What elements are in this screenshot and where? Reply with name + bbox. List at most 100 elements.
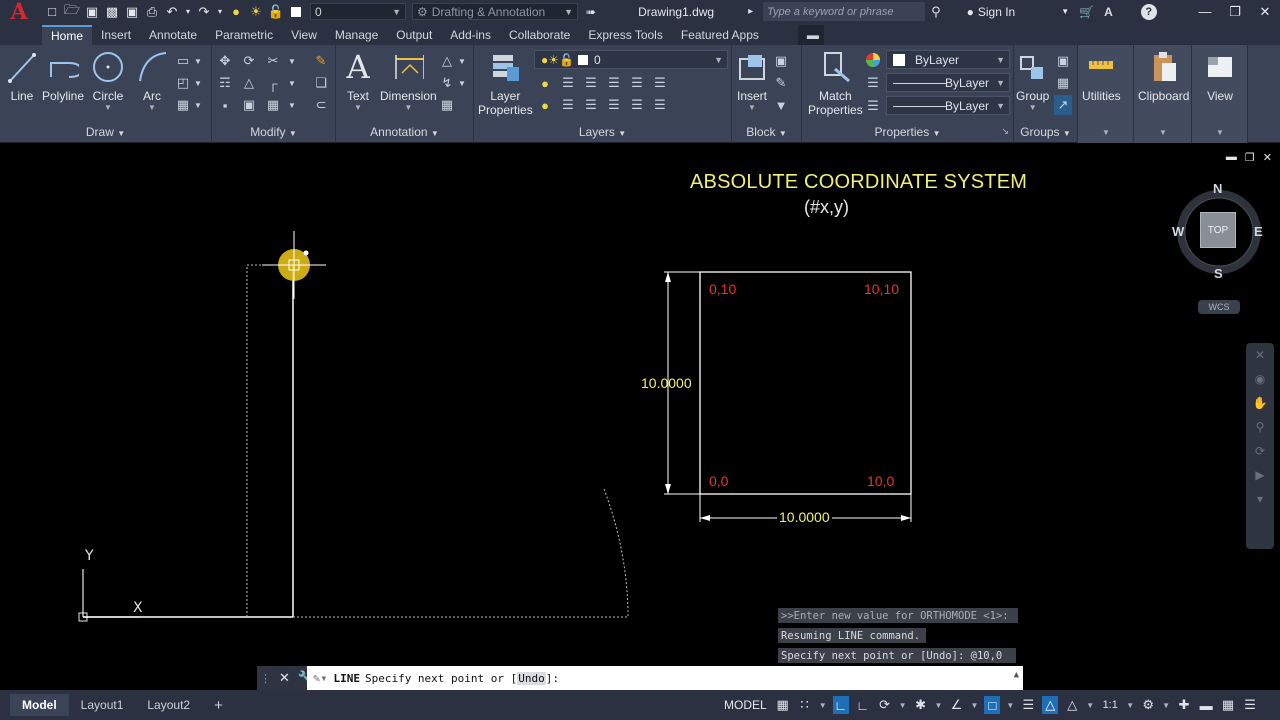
chevron-down-icon[interactable]: ▼ bbox=[288, 51, 296, 71]
redo-dropdown-icon[interactable]: ▾ bbox=[216, 4, 224, 20]
panel-utilities[interactable]: Utilities ▼ bbox=[1078, 45, 1134, 143]
viewcube[interactable]: N S E W TOP bbox=[1168, 176, 1268, 286]
undo-icon[interactable]: ↶ bbox=[164, 4, 180, 20]
workspace-gear-icon[interactable]: ⚙ bbox=[1140, 696, 1156, 714]
ungroup-icon[interactable]: ▣ bbox=[1054, 51, 1072, 71]
trim-icon[interactable]: ✂ bbox=[264, 51, 282, 71]
polyline-button[interactable]: Polyline bbox=[42, 49, 84, 103]
chevron-up-icon[interactable]: ▲ bbox=[1014, 670, 1019, 680]
chevron-down-icon[interactable]: ▼ bbox=[288, 73, 296, 93]
chevron-down-icon[interactable]: ▼ bbox=[194, 73, 202, 93]
snap-icon[interactable]: ∷ bbox=[797, 696, 813, 714]
chevron-down-icon[interactable]: ▼ bbox=[1126, 701, 1134, 710]
open-folder-icon[interactable]: 🗁 bbox=[64, 2, 80, 20]
pan-icon[interactable]: ✋ bbox=[1246, 391, 1274, 415]
erase-icon[interactable]: ✎ bbox=[312, 51, 330, 71]
viewport-restore-icon[interactable]: ❐ bbox=[1245, 151, 1255, 164]
panel-clipboard[interactable]: Clipboard ▼ bbox=[1134, 45, 1192, 143]
model-space-button[interactable]: MODEL bbox=[724, 698, 767, 712]
tab-home[interactable]: Home bbox=[42, 25, 93, 45]
layer-unlock-icon[interactable]: ☰ bbox=[605, 95, 623, 115]
compass-west[interactable]: W bbox=[1172, 224, 1184, 239]
layer-on-icon[interactable]: ● bbox=[536, 95, 554, 115]
move-icon[interactable]: ✥ bbox=[216, 51, 234, 71]
autodesk-a360-icon[interactable]: A bbox=[1104, 5, 1113, 19]
compass-east[interactable]: E bbox=[1254, 224, 1263, 239]
chevron-down-icon[interactable]: ▼ bbox=[458, 51, 466, 71]
scale-icon[interactable]: ▣ bbox=[240, 95, 258, 115]
quick-properties-icon[interactable]: ▦ bbox=[1220, 696, 1236, 714]
panel-label-layers[interactable]: Layers ▼ bbox=[474, 125, 731, 139]
array-icon[interactable]: ▦ bbox=[264, 95, 282, 115]
tab-add-ins[interactable]: Add-ins bbox=[441, 25, 500, 45]
lightbulb-icon[interactable]: ● bbox=[228, 4, 244, 20]
panel-label-groups[interactable]: Groups ▼ bbox=[1014, 125, 1077, 139]
color-dropdown[interactable]: ByLayer ▼ bbox=[886, 50, 1010, 69]
panel-view[interactable]: View ▼ bbox=[1192, 45, 1248, 143]
color-swatch-icon[interactable] bbox=[288, 4, 304, 20]
layer-dropdown[interactable]: ●☀🔓 0 ▼ bbox=[534, 50, 728, 69]
compass-south[interactable]: S bbox=[1214, 266, 1223, 281]
object-snap-icon[interactable]: □ bbox=[984, 696, 1001, 714]
group-select-icon[interactable]: ↗ bbox=[1054, 95, 1072, 115]
undo-dropdown-icon[interactable]: ▾ bbox=[184, 4, 192, 20]
layer-state-icon[interactable]: ☰ bbox=[651, 95, 669, 115]
tab-annotate[interactable]: Annotate bbox=[140, 25, 206, 45]
tab-parametric[interactable]: Parametric bbox=[206, 25, 282, 45]
utilities-button[interactable]: Utilities bbox=[1082, 49, 1121, 103]
lock-icon[interactable]: 🔓 bbox=[268, 4, 284, 20]
share-icon[interactable]: ➠ bbox=[586, 5, 596, 19]
explode-icon[interactable]: ❏ bbox=[312, 73, 330, 93]
chevron-down-icon[interactable]: ▼ bbox=[970, 701, 978, 710]
table-icon[interactable]: ▦ bbox=[438, 95, 456, 115]
chevron-down-icon[interactable]: ▼ bbox=[288, 95, 296, 115]
compass-north[interactable]: N bbox=[1213, 181, 1222, 196]
hatch-icon[interactable]: ◰ bbox=[174, 73, 192, 93]
tab-featured-apps[interactable]: Featured Apps bbox=[672, 25, 768, 45]
tab-insert[interactable]: Insert bbox=[92, 25, 140, 45]
rotate-icon[interactable]: ⟳ bbox=[240, 51, 258, 71]
restore-icon[interactable]: ❐ bbox=[1220, 0, 1250, 23]
stretch-icon[interactable]: ▪ bbox=[216, 95, 234, 115]
view-button[interactable]: View bbox=[1204, 49, 1236, 103]
chevron-down-icon[interactable]: ▼ bbox=[1162, 701, 1170, 710]
layer-off-icon[interactable]: ● bbox=[536, 73, 554, 93]
sun-icon[interactable]: ☀ bbox=[248, 4, 264, 20]
rectangle-icon[interactable]: ▭ bbox=[174, 51, 192, 71]
create-block-icon[interactable]: ▣ bbox=[772, 51, 790, 71]
lineweight-dropdown[interactable]: ByLayer ▼ bbox=[886, 96, 1010, 115]
sign-in-button[interactable]: ● Sign In ▼ bbox=[967, 5, 1070, 19]
chevron-down-icon[interactable]: ▼ bbox=[935, 701, 943, 710]
chevron-down-icon[interactable]: ▼ bbox=[899, 701, 907, 710]
close-icon[interactable]: ✕ bbox=[1250, 0, 1280, 23]
region-icon[interactable]: ▦ bbox=[174, 95, 192, 115]
tab-layout1[interactable]: Layout1 bbox=[69, 694, 136, 716]
group-edit-icon[interactable]: ▦ bbox=[1054, 73, 1072, 93]
edit-block-icon[interactable]: ✎ bbox=[772, 73, 790, 93]
insert-button[interactable]: Insert ▼ bbox=[736, 49, 768, 112]
linetype-dropdown[interactable]: ByLayer ▼ bbox=[886, 73, 1010, 92]
object-snap-tracking-icon[interactable]: ∠ bbox=[948, 696, 964, 714]
workspace-combo[interactable]: ⚙ Drafting & Annotation ▼ bbox=[412, 3, 578, 20]
tab-output[interactable]: Output bbox=[387, 25, 441, 45]
annotation-visibility-icon[interactable]: △ bbox=[1042, 696, 1059, 714]
mirror-icon[interactable]: △ bbox=[240, 73, 258, 93]
chevron-down-icon[interactable]: ▼ bbox=[1006, 701, 1014, 710]
zoom-extents-icon[interactable]: ⚲ bbox=[1246, 415, 1274, 439]
edit-attribute-icon[interactable]: ▼ bbox=[772, 95, 790, 115]
auto-scale-icon[interactable]: △ bbox=[1064, 696, 1080, 714]
cart-icon[interactable]: 🛒 bbox=[1079, 5, 1094, 19]
arc-button[interactable]: Arc ▼ bbox=[136, 49, 168, 112]
line-button[interactable]: Line bbox=[6, 49, 38, 103]
tab-collaborate[interactable]: Collaborate bbox=[500, 25, 579, 45]
chevron-down-icon[interactable]: ▼ bbox=[194, 95, 202, 115]
search-input[interactable]: Type a keyword or phrase bbox=[763, 2, 926, 21]
annotation-monitor-icon[interactable]: ✚ bbox=[1176, 696, 1192, 714]
tab-manage[interactable]: Manage bbox=[326, 25, 387, 45]
new-file-icon[interactable]: □ bbox=[44, 4, 60, 20]
tab-view[interactable]: View bbox=[282, 25, 326, 45]
dimension-button[interactable]: Dimension ▼ bbox=[380, 49, 437, 112]
panel-label-properties[interactable]: Properties ▼ bbox=[802, 125, 1013, 139]
add-layout-icon[interactable]: + bbox=[202, 694, 235, 716]
chevron-down-icon[interactable]: ▼ bbox=[458, 73, 466, 93]
